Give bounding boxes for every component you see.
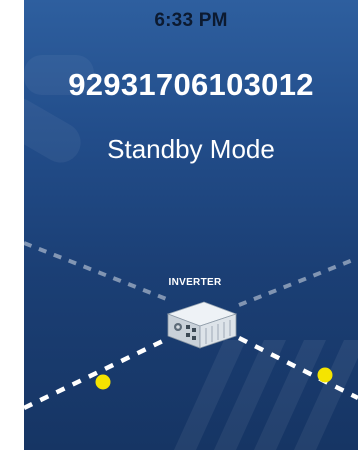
energy-flow-diagram: [24, 241, 358, 411]
flow-line-upper-left: [24, 241, 170, 302]
flow-dot-left: [95, 374, 111, 390]
flow-line-lower-right: [237, 335, 358, 401]
inverter-icon[interactable]: [160, 298, 240, 352]
inverter-label: INVERTER: [168, 277, 222, 288]
flow-line-lower-left: [24, 335, 170, 411]
flow-dot-right: [317, 367, 333, 383]
app-screen: 6:33 PM 92931706103012 Standby Mode INVE…: [24, 0, 358, 450]
flow-line-upper-right: [238, 256, 358, 307]
